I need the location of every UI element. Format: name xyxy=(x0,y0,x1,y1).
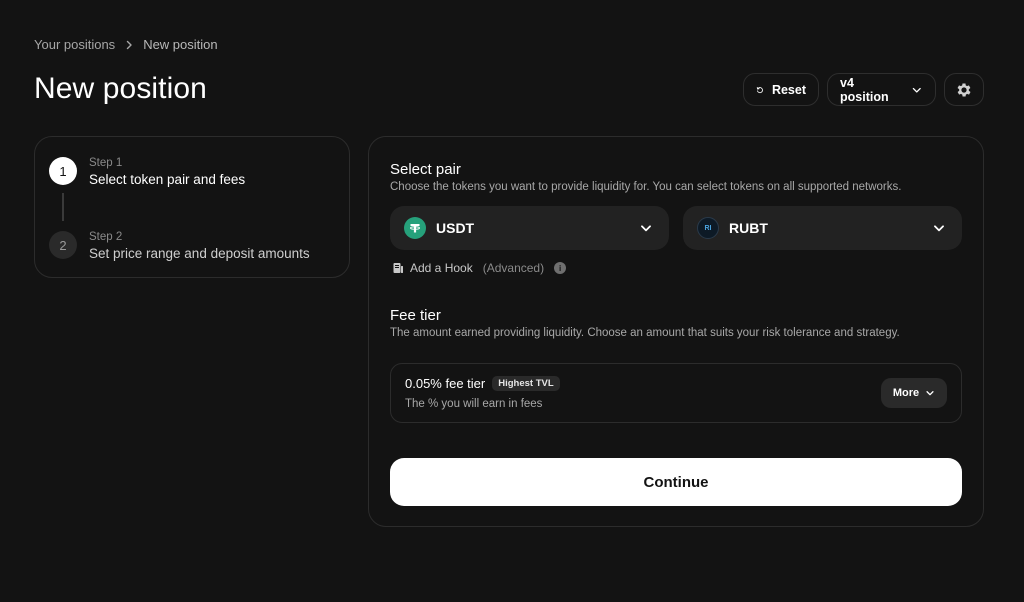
document-icon xyxy=(393,263,403,273)
step-1[interactable]: 1 Step 1 Select token pair and fees xyxy=(49,157,245,187)
step-connector xyxy=(62,193,64,221)
chevron-right-icon xyxy=(126,40,132,49)
token-a-symbol: USDT xyxy=(436,220,475,236)
fee-tier-selected: 0.05% fee tier Highest TVL xyxy=(405,376,560,391)
chevron-down-icon xyxy=(934,225,944,232)
step-1-number: 1 xyxy=(49,157,77,185)
continue-button[interactable]: Continue xyxy=(390,458,962,506)
fee-tier-subtext: The % you will earn in fees xyxy=(405,398,543,410)
breadcrumb-current: New position xyxy=(143,37,218,52)
step-1-label: Step 1 xyxy=(89,157,123,169)
page: Your positions New position New position… xyxy=(0,0,1024,602)
step-2-title: Set price range and deposit amounts xyxy=(89,246,310,261)
version-select[interactable]: v4 position xyxy=(827,73,936,106)
stepper-card: 1 Step 1 Select token pair and fees 2 St… xyxy=(34,136,350,278)
usdt-icon xyxy=(404,217,426,239)
step-2[interactable]: 2 Step 2 Set price range and deposit amo… xyxy=(49,231,310,261)
gear-icon xyxy=(957,82,971,97)
add-hook-button[interactable]: Add a Hook (Advanced) i xyxy=(392,261,567,275)
page-title: New position xyxy=(34,72,207,105)
main-card: Select pair Choose the tokens you want t… xyxy=(368,136,984,527)
breadcrumb-parent-link[interactable]: Your positions xyxy=(34,37,115,52)
fee-tier-value: 0.05% fee tier xyxy=(405,376,486,391)
reset-icon xyxy=(756,86,763,93)
add-hook-note: (Advanced) xyxy=(482,261,545,275)
add-hook-label: Add a Hook xyxy=(410,261,473,275)
highest-tvl-badge: Highest TVL xyxy=(492,376,560,391)
version-label: v4 position xyxy=(840,75,889,104)
top-controls: Reset v4 position xyxy=(743,73,984,106)
step-2-label: Step 2 xyxy=(89,231,123,243)
select-pair-description: Choose the tokens you want to provide li… xyxy=(390,181,902,193)
token-b-select[interactable]: RI RUBT xyxy=(683,206,962,250)
select-pair-title: Select pair xyxy=(390,161,461,178)
info-icon[interactable]: i xyxy=(554,262,567,274)
token-b-symbol: RUBT xyxy=(729,220,768,236)
more-label: More xyxy=(892,387,920,399)
more-fee-tiers-button[interactable]: More xyxy=(881,378,947,408)
fee-tier-box: 0.05% fee tier Highest TVL The % you wil… xyxy=(390,363,962,423)
step-2-number: 2 xyxy=(49,231,77,259)
chevron-down-icon xyxy=(926,391,934,396)
fee-tier-title: Fee tier xyxy=(390,307,441,324)
reset-button[interactable]: Reset xyxy=(743,73,819,106)
reset-label: Reset xyxy=(771,82,806,97)
fee-tier-description: The amount earned providing liquidity. C… xyxy=(390,327,900,339)
rubt-icon: RI xyxy=(697,217,719,239)
chevron-down-icon xyxy=(913,87,922,93)
breadcrumb: Your positions New position xyxy=(34,37,218,52)
step-1-title: Select token pair and fees xyxy=(89,172,246,187)
settings-button[interactable] xyxy=(944,73,984,106)
chevron-down-icon xyxy=(641,225,651,232)
token-a-select[interactable]: USDT xyxy=(390,206,669,250)
